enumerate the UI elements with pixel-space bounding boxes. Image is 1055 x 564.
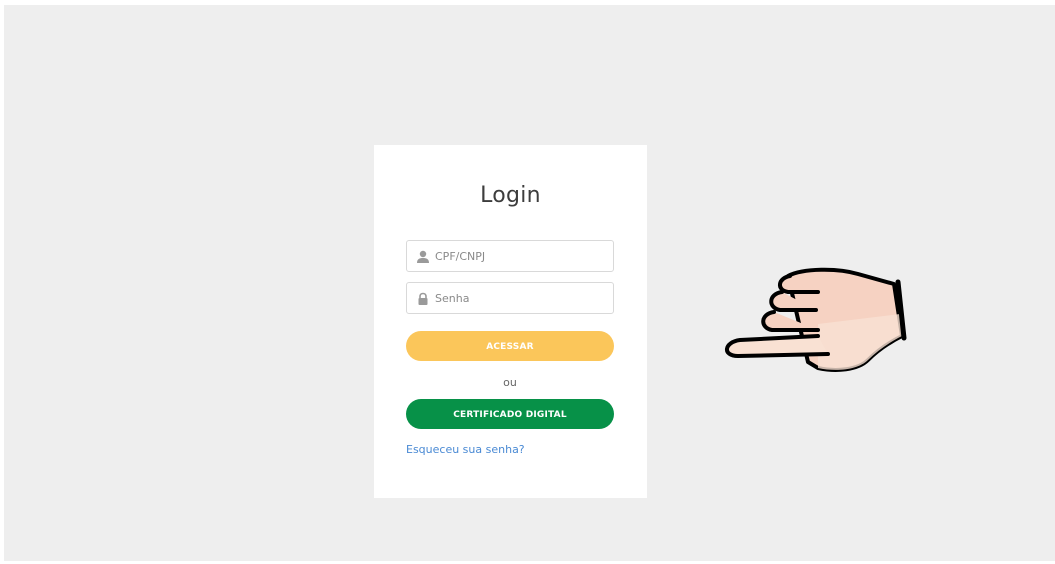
access-button[interactable]: ACESSAR xyxy=(406,331,614,361)
password-input[interactable] xyxy=(435,283,605,313)
login-title: Login xyxy=(480,183,541,208)
username-input[interactable] xyxy=(435,241,605,271)
lock-icon xyxy=(416,291,430,305)
digital-certificate-button[interactable]: CERTIFICADO DIGITAL xyxy=(406,399,614,429)
forgot-password-link[interactable]: Esqueceu sua senha? xyxy=(406,443,525,456)
user-icon xyxy=(416,249,430,263)
password-field-wrapper xyxy=(406,282,614,314)
pointing-hand-icon xyxy=(725,267,907,372)
username-field-wrapper xyxy=(406,240,614,272)
or-separator: ou xyxy=(503,376,517,389)
